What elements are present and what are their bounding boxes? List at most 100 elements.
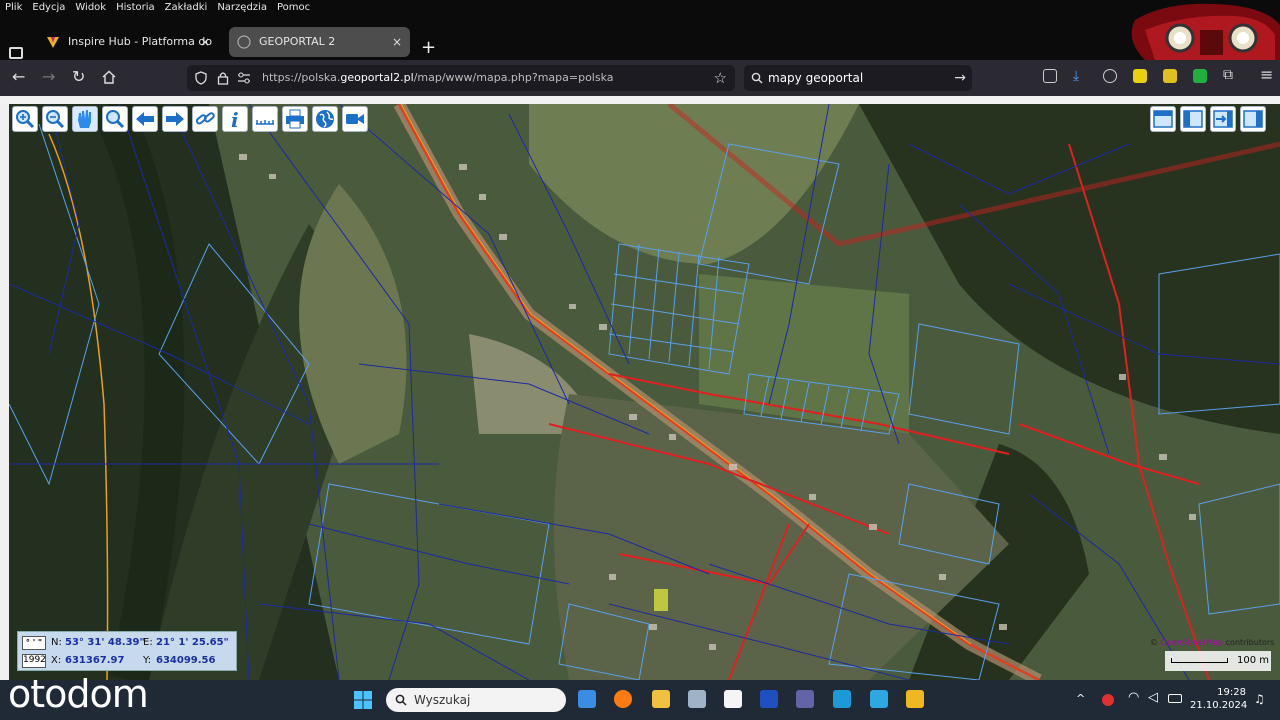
shield-icon[interactable]	[195, 71, 207, 85]
zoom-extent-icon[interactable]	[102, 106, 128, 132]
windows-taskbar: Wyszukaj ^ ◠ ◁ 19:28 21.10.2024 ♫	[0, 680, 1280, 720]
degree-format-button[interactable]: ° ' "	[22, 636, 46, 650]
layout-export-icon[interactable]	[1210, 106, 1236, 132]
speaker-icon[interactable]: ◁	[1148, 690, 1158, 705]
layout-right-icon[interactable]	[1240, 106, 1266, 132]
close-tab-icon[interactable]: ×	[392, 27, 402, 57]
page-top-strip	[0, 96, 1280, 104]
url-bar[interactable]: https://polska.geoportal2.pl/map/www/map…	[187, 65, 735, 91]
search-bar[interactable]: mapy geoportal →	[744, 65, 972, 91]
document-icon[interactable]	[724, 690, 742, 708]
zoom-in-icon[interactable]	[12, 106, 38, 132]
tray-app-icon[interactable]	[1102, 694, 1114, 706]
pocket-icon[interactable]	[1043, 69, 1057, 83]
account-icon[interactable]	[1103, 69, 1117, 83]
svg-text:i: i	[231, 108, 239, 131]
e-value: 21° 1' 25.65"	[156, 637, 229, 648]
clock-date: 21.10.2024	[1190, 700, 1248, 711]
pan-hand-icon[interactable]	[72, 106, 98, 132]
windows-start-icon[interactable]	[354, 691, 372, 709]
clock-time: 19:28	[1217, 687, 1246, 698]
favicon-icon	[47, 37, 59, 48]
link-icon[interactable]	[192, 106, 218, 132]
teams-icon[interactable]	[796, 690, 814, 708]
print-icon[interactable]	[282, 106, 308, 132]
firefox-icon[interactable]	[614, 690, 632, 708]
coordinates-panel: ° ' " 1992 N: 53° 31' 48.39" E: 21° 1' 2…	[17, 631, 237, 671]
menu-tools[interactable]: Narzędzia	[212, 0, 272, 13]
extension-card-icon[interactable]	[1163, 69, 1177, 83]
extensions-puzzle-icon[interactable]: ⧉	[1223, 67, 1233, 83]
back-arrow-icon[interactable]	[132, 106, 158, 132]
search-icon	[395, 694, 407, 706]
chevron-up-icon[interactable]: ^	[1076, 692, 1085, 705]
layout-top-icon[interactable]	[1150, 106, 1176, 132]
scale-label: 100 m	[1237, 655, 1270, 666]
layout-left-icon[interactable]	[1180, 106, 1206, 132]
attribution-link[interactable]: OpenStreetMap	[1161, 638, 1224, 647]
theme-image	[1125, 0, 1280, 60]
info-icon[interactable]: i	[222, 106, 248, 132]
video-icon[interactable]	[342, 106, 368, 132]
attribution-contributors: contributors	[1223, 638, 1275, 647]
tab-title: GEOPORTAL 2	[259, 35, 336, 48]
search-value: mapy geoportal	[768, 71, 864, 85]
wifi-icon[interactable]: ◠	[1128, 690, 1139, 705]
x-label: X:	[51, 655, 62, 666]
menu-view[interactable]: Widok	[70, 0, 111, 13]
menu-help[interactable]: Pomoc	[272, 0, 315, 13]
menu-bar: Plik Edycja Widok Historia Zakładki Narzędzia…	[0, 0, 1280, 16]
tab-geoportal[interactable]: GEOPORTAL 2 ×	[229, 27, 410, 57]
store-icon[interactable]	[833, 690, 851, 708]
menu-file[interactable]: Plik	[0, 0, 27, 13]
url-prefix: https://polska.	[262, 71, 341, 84]
menu-hamburger-icon[interactable]: ≡	[1260, 65, 1273, 84]
y-label: Y:	[143, 655, 152, 666]
globe-favicon-icon	[237, 35, 251, 49]
security-icon[interactable]	[760, 690, 778, 708]
system-clock[interactable]: 19:28 21.10.2024	[1190, 686, 1248, 712]
map-attribution: © OpenStreetMap contributors	[1150, 638, 1274, 647]
bookmark-star-icon[interactable]: ☆	[714, 65, 727, 91]
measure-icon[interactable]	[252, 106, 278, 132]
y-value: 634099.56	[156, 655, 216, 666]
home-icon[interactable]	[102, 70, 116, 84]
menu-history[interactable]: Historia	[111, 0, 160, 13]
close-tab-icon[interactable]: ×	[200, 27, 210, 57]
search-go-icon[interactable]: →	[954, 65, 966, 91]
x-value: 631367.97	[65, 655, 125, 666]
file-explorer-icon[interactable]	[906, 690, 924, 708]
task-view-icon[interactable]	[578, 690, 596, 708]
notepad-icon[interactable]	[870, 690, 888, 708]
orthophoto-map[interactable]	[9, 104, 1280, 680]
new-tab-button[interactable]: +	[421, 39, 436, 57]
n-value: 53° 31' 48.39"	[65, 637, 145, 648]
download-icon[interactable]: ⤓	[1073, 68, 1079, 84]
lock-icon[interactable]	[217, 71, 229, 85]
e-label: E:	[143, 637, 153, 648]
extension-green-icon[interactable]	[1193, 69, 1207, 83]
notes-icon[interactable]	[652, 690, 670, 708]
back-icon[interactable]: ←	[12, 68, 25, 86]
menu-edit[interactable]: Edycja	[27, 0, 70, 13]
zoom-out-icon[interactable]	[42, 106, 68, 132]
reload-icon[interactable]: ↻	[72, 68, 85, 86]
url-domain: geoportal2.pl	[340, 71, 414, 84]
coordinate-system-button[interactable]: 1992	[22, 654, 46, 668]
permissions-icon[interactable]	[237, 72, 251, 84]
calculator-icon[interactable]	[688, 690, 706, 708]
extension-yellow-icon[interactable]	[1133, 69, 1147, 83]
globe-icon[interactable]	[312, 106, 338, 132]
map-view[interactable]	[9, 104, 1280, 680]
taskbar-search-placeholder: Wyszukaj	[414, 693, 471, 707]
tab-inspire-hub[interactable]: Inspire Hub - Platforma do pub ×	[38, 27, 218, 78]
taskbar-search[interactable]: Wyszukaj	[386, 688, 566, 712]
url-path: /map/www/mapa.php?mapa=polska	[413, 71, 614, 84]
attribution-copyright: ©	[1150, 638, 1161, 647]
tab-overview-icon[interactable]	[9, 47, 23, 59]
battery-icon[interactable]	[1168, 694, 1182, 703]
forward-arrow-icon[interactable]	[162, 106, 188, 132]
forward-icon[interactable]: →	[42, 68, 55, 86]
notifications-icon[interactable]: ♫	[1254, 692, 1265, 706]
menu-bookmarks[interactable]: Zakładki	[160, 0, 213, 13]
